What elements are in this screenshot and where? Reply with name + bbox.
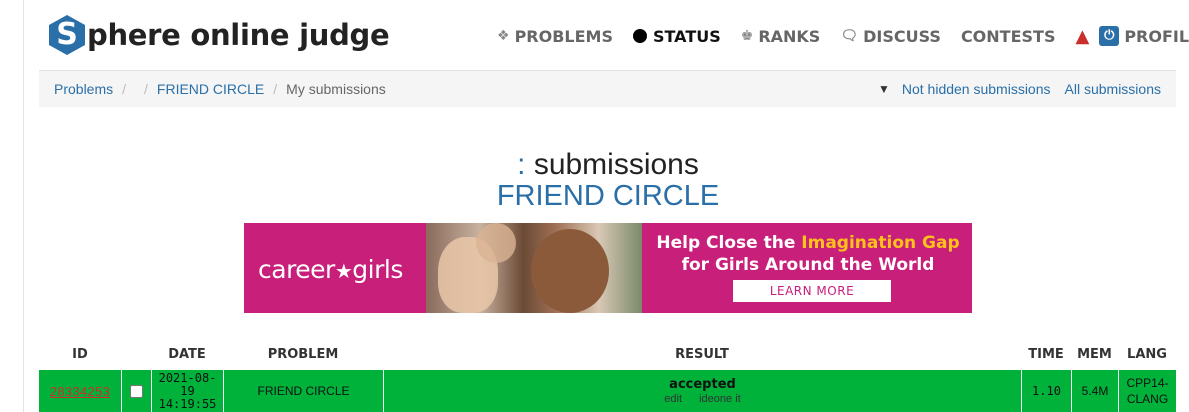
ad-brand-part2: girls bbox=[352, 255, 403, 284]
logo-hexagon: S bbox=[49, 15, 85, 55]
nav-contests-label: CONTESTS bbox=[960, 26, 1056, 46]
ad-photo-person bbox=[476, 223, 516, 263]
problem-cell: FRIEND CIRCLE bbox=[223, 370, 383, 412]
breadcrumb: Problems / / FRIEND CIRCLE / My submissi… bbox=[39, 70, 1176, 107]
select-cell bbox=[121, 370, 151, 412]
date-cell: 2021-08-19 14:19:55 bbox=[151, 370, 223, 412]
language-line-2: CLANG bbox=[1126, 392, 1169, 406]
header-mem: MEM bbox=[1077, 346, 1112, 362]
nav-ranks-label: RANKS bbox=[758, 26, 821, 46]
table-row: 28334253 2021-08-19 14:19:55 FRIEND CIRC… bbox=[39, 370, 1176, 412]
ad-photo-person bbox=[531, 229, 609, 313]
not-hidden-submissions-link[interactable]: Not hidden submissions bbox=[902, 81, 1051, 97]
submission-filters: ▼ Not hidden submissions All submissions bbox=[878, 81, 1161, 97]
nav-ranks[interactable]: ♚ RANKS bbox=[741, 27, 821, 46]
header-checkbox bbox=[121, 340, 151, 368]
nav-profile[interactable]: ⏻ PROFILE ▼ bbox=[1099, 26, 1189, 46]
header-id: ID bbox=[72, 346, 88, 362]
nav-profile-label: PROFILE bbox=[1124, 26, 1189, 46]
nav-status[interactable]: STATUS bbox=[632, 26, 721, 46]
ad-brand-part1: career bbox=[258, 255, 335, 284]
warning-icon: ▲ bbox=[1075, 25, 1090, 47]
breadcrumb-separator: / bbox=[144, 81, 148, 97]
breadcrumb-problem[interactable]: FRIEND CIRCLE bbox=[157, 81, 264, 97]
ideone-link[interactable]: ideone it bbox=[699, 393, 741, 405]
star-icon: ★ bbox=[334, 259, 353, 283]
puzzle-icon: ❖ bbox=[497, 28, 510, 44]
header-problem: PROBLEM bbox=[267, 346, 339, 362]
submission-time-of-day: 14:19:55 bbox=[158, 396, 217, 411]
filter-icon: ▼ bbox=[877, 82, 890, 96]
submission-date: 2021-08-19 bbox=[158, 370, 217, 398]
title-colon: : bbox=[517, 148, 526, 181]
page-title: : submissions bbox=[0, 148, 1189, 182]
header-result: RESULT bbox=[675, 346, 729, 362]
run-time: 1.10 bbox=[1032, 384, 1061, 398]
header-date: DATE bbox=[168, 346, 206, 362]
main-nav: ❖ PROBLEMS STATUS ♚ RANKS 🗨 DISCUSS CONT… bbox=[497, 22, 1189, 50]
select-checkbox[interactable] bbox=[130, 384, 143, 398]
all-submissions-link[interactable]: All submissions bbox=[1065, 81, 1161, 97]
trophy-icon: ♚ bbox=[740, 28, 754, 44]
nav-status-label: STATUS bbox=[652, 26, 721, 46]
language-line-1: CPP14- bbox=[1126, 376, 1169, 390]
ad-headline-highlight: Imagination Gap bbox=[801, 233, 960, 253]
header-time: TIME bbox=[1028, 346, 1064, 362]
result-actions: edit ideone it bbox=[664, 393, 740, 405]
title-text: submissions bbox=[533, 148, 699, 181]
result-status: accepted bbox=[669, 377, 736, 392]
ad-learn-more-button[interactable]: LEARN MORE bbox=[733, 280, 891, 302]
comments-icon: 🗨 bbox=[840, 28, 859, 44]
site-logo[interactable]: S phere online judge bbox=[49, 14, 390, 56]
nav-contests[interactable]: CONTESTS bbox=[961, 27, 1056, 46]
table-header: ID DATE PROBLEM RESULT TIME MEM LANG bbox=[39, 340, 1176, 368]
ad-photo bbox=[426, 223, 642, 313]
result-cell: accepted edit ideone it bbox=[383, 370, 1021, 412]
submission-id-link[interactable]: 28334253 bbox=[50, 384, 110, 399]
ad-banner[interactable]: career★girls Help Close the Imagination … bbox=[244, 223, 972, 313]
memory-used: 5.4M bbox=[1081, 384, 1109, 398]
lang-cell: CPP14- CLANG bbox=[1118, 370, 1176, 412]
ad-brand-logo: career★girls bbox=[258, 255, 403, 284]
power-icon: ⏻ bbox=[1099, 26, 1120, 46]
edit-link[interactable]: edit bbox=[664, 393, 682, 405]
nav-problems[interactable]: ❖ PROBLEMS bbox=[497, 27, 613, 46]
logo-text: phere online judge bbox=[87, 18, 390, 52]
ad-headline-text: Help Close the bbox=[656, 233, 802, 253]
nav-discuss-label: DISCUSS bbox=[863, 26, 941, 46]
breadcrumb-current: My submissions bbox=[286, 81, 386, 97]
nav-discuss[interactable]: 🗨 DISCUSS bbox=[840, 27, 941, 46]
status-dot-icon bbox=[632, 29, 647, 43]
problem-title-link[interactable]: FRIEND CIRCLE bbox=[0, 180, 1189, 213]
mem-cell: 5.4M bbox=[1071, 370, 1118, 412]
header-lang: LANG bbox=[1127, 346, 1167, 362]
ad-headline-2: for Girls Around the World bbox=[681, 255, 935, 275]
breadcrumb-separator: / bbox=[273, 81, 278, 97]
breadcrumb-separator: / bbox=[122, 81, 127, 97]
breadcrumb-problems[interactable]: Problems bbox=[54, 81, 113, 97]
problem-name-link[interactable]: FRIEND CIRCLE bbox=[257, 384, 349, 398]
ad-headline-1: Help Close the Imagination Gap bbox=[644, 233, 972, 253]
submission-id-cell: 28334253 bbox=[39, 370, 121, 412]
nav-warning[interactable]: ▲ bbox=[1075, 26, 1099, 47]
time-cell: 1.10 bbox=[1021, 370, 1071, 412]
nav-problems-label: PROBLEMS bbox=[514, 26, 613, 46]
